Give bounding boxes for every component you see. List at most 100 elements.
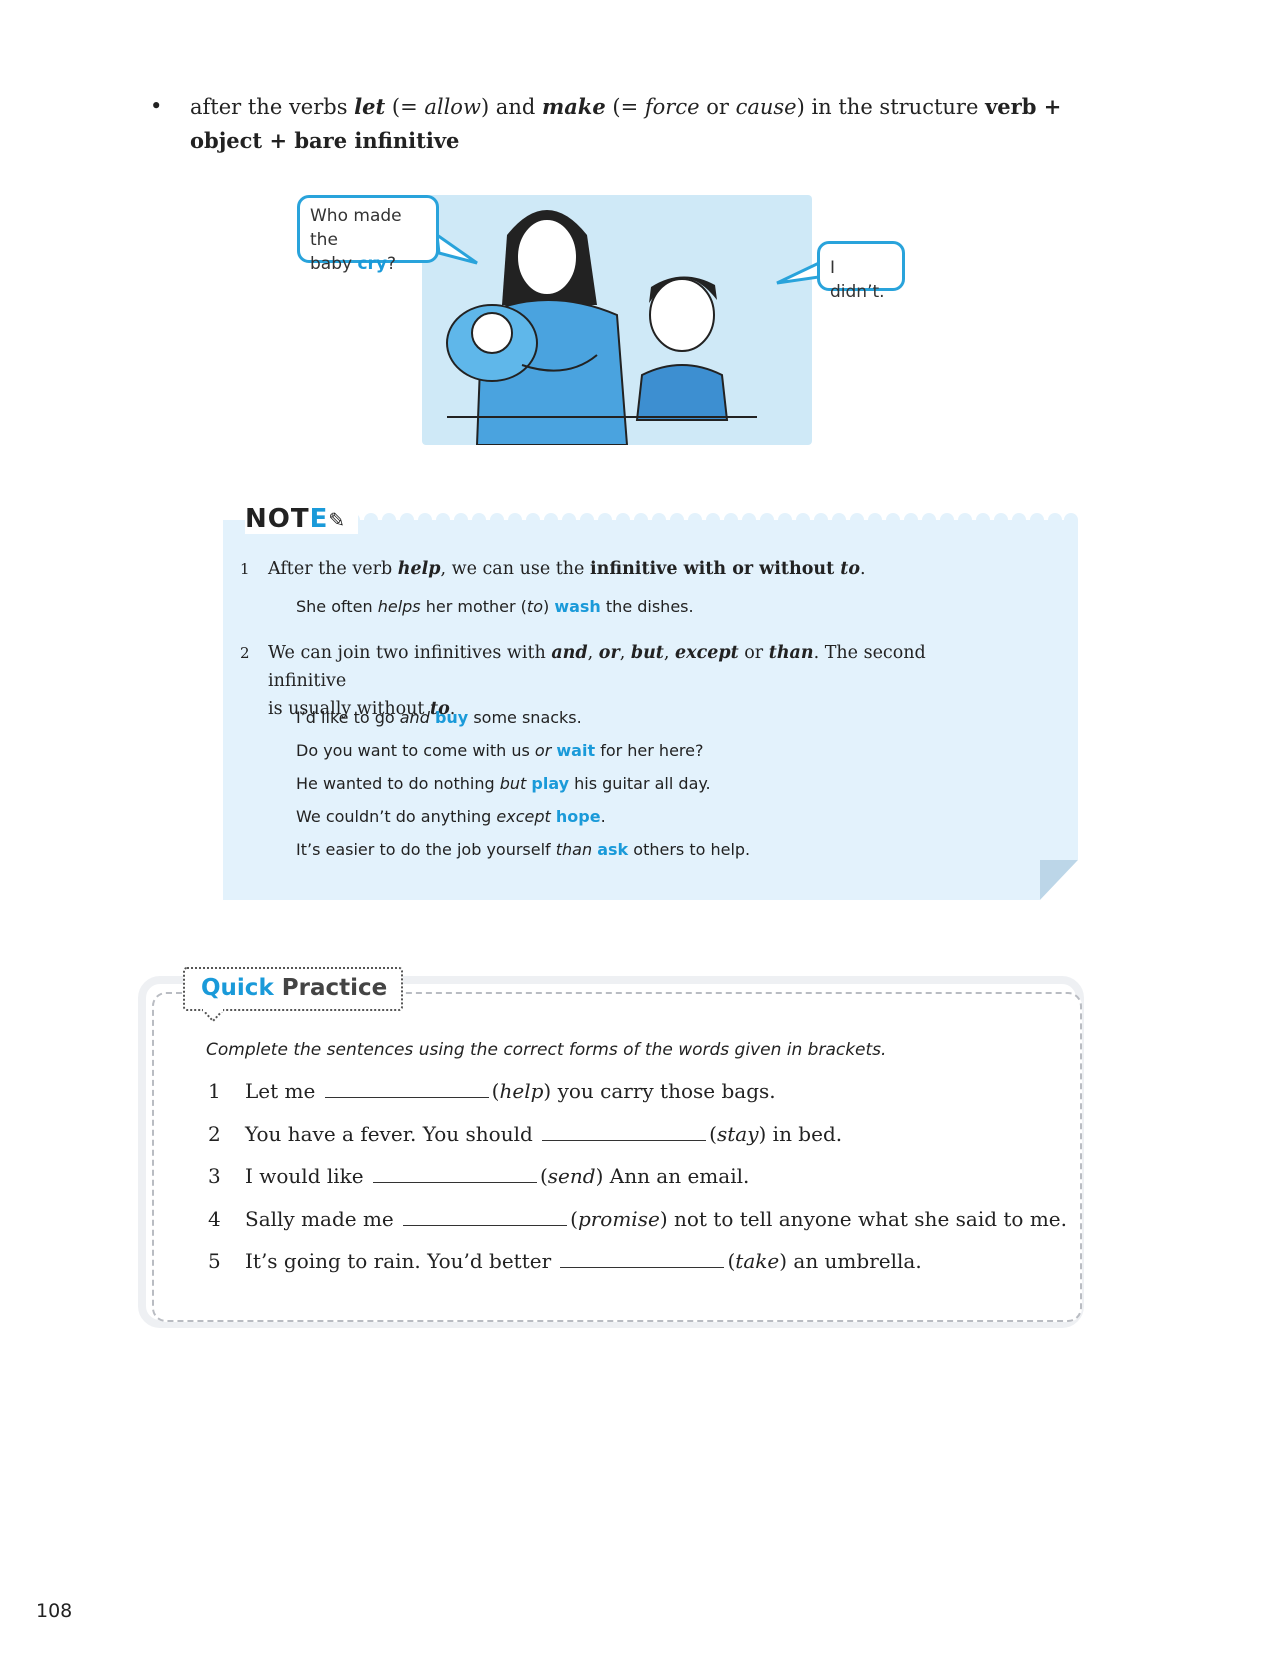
text-run: We can join two infinitives with <box>268 643 552 663</box>
highlight-word: hope <box>555 807 601 826</box>
note-item-number: 1 <box>240 560 250 578</box>
note-example: It’s easier to do the job yourself than … <box>296 840 750 859</box>
text-run: her mother ( <box>420 597 527 616</box>
text-run: some snacks. <box>468 708 582 727</box>
text-run: Practice <box>273 975 388 1001</box>
text-run: NOT <box>245 504 310 534</box>
quick-practice-label: Quick Practice <box>183 967 403 1011</box>
exercise-word: promise <box>577 1207 660 1231</box>
note-scallop-edge <box>345 513 1078 528</box>
answer-blank[interactable] <box>560 1249 725 1268</box>
exercise-text: you carry those bags. <box>551 1079 776 1103</box>
keyword: or <box>598 643 620 663</box>
exercise-row: 5 It’s going to rain. You’d better (take)… <box>208 1249 922 1273</box>
keyword-let: let <box>354 94 386 119</box>
text-run: or <box>738 643 769 663</box>
text-run: , <box>663 643 676 663</box>
exercise-text: It’s going to rain. You’d better <box>245 1249 552 1273</box>
exercise-text: Let me <box>245 1079 316 1103</box>
exercise-row: 2 You have a fever. You should (stay) in … <box>208 1122 843 1146</box>
pencil-icon: ✎ <box>328 508 347 532</box>
text-run: We couldn’t do anything <box>296 807 497 826</box>
text-run: (= <box>385 95 425 119</box>
cartoon-illustration: Who made the baby cry? I didn’t. <box>297 195 917 445</box>
note-item-number: 2 <box>240 644 250 662</box>
answer-blank[interactable] <box>324 1079 489 1098</box>
page-number: 108 <box>36 1600 73 1622</box>
text-italic: helps <box>377 597 421 616</box>
keyword-make: make <box>541 94 606 119</box>
exercise-word: send <box>547 1164 596 1188</box>
text-run: Quick <box>201 975 274 1001</box>
text-run: After the verb <box>268 559 398 579</box>
text-run: ? <box>387 254 397 274</box>
text-run: She often <box>296 597 378 616</box>
keyword: except <box>675 643 739 663</box>
exercise-row: 3I would like (send) Ann an email. <box>208 1164 750 1188</box>
exercise-word: take <box>735 1249 780 1273</box>
word-allow: allow <box>424 95 481 119</box>
note-heading: NOTE✎ <box>245 504 359 534</box>
highlight-word: wash <box>554 597 601 616</box>
text-run: It’s easier to do the job yourself <box>296 840 556 859</box>
text-run: or <box>699 95 736 119</box>
label-tail-icon <box>200 1009 226 1023</box>
text-run: ) <box>542 597 555 616</box>
page-curl-icon <box>1040 860 1078 900</box>
keyword-help: help <box>397 559 441 579</box>
text-run: Do you want to come with us <box>296 741 535 760</box>
text-run: ) and <box>480 95 542 119</box>
text-run: , <box>587 643 599 663</box>
text-italic: or <box>534 741 552 760</box>
text-run: ) in the structure <box>796 95 986 119</box>
text-italic: but <box>499 774 527 793</box>
highlight-word: buy <box>434 708 469 727</box>
text-italic: to <box>526 597 543 616</box>
text-run: I’d like to go <box>296 708 400 727</box>
word-force: force <box>644 95 700 119</box>
highlight-word: wait <box>556 741 596 760</box>
text-run: E <box>309 504 329 534</box>
exercise-row: 1 Let me (help) you carry those bags. <box>208 1079 776 1103</box>
answer-blank[interactable] <box>403 1207 568 1226</box>
note-example: I’d like to go and buy some snacks. <box>296 708 582 727</box>
text-run: He wanted to do nothing <box>296 774 500 793</box>
answer-blank[interactable] <box>372 1164 537 1183</box>
exercise-text: Sally made me <box>245 1207 394 1231</box>
note-example: She often helps her mother (to) wash the… <box>296 597 694 616</box>
exercise-number: 4 <box>208 1207 221 1231</box>
text-italic: except <box>496 807 551 826</box>
note-item-1: 1 After the verb help, we can use the inf… <box>240 555 866 583</box>
text-run: (= <box>605 95 645 119</box>
exercise-number: 5 <box>208 1249 221 1273</box>
exercise-number: 2 <box>208 1122 221 1146</box>
note-example: We couldn’t do anything except hope. <box>296 807 606 826</box>
bullet-text: after the verbs let (= allow) and make (… <box>190 90 1110 158</box>
note-example: He wanted to do nothing but play his gui… <box>296 774 711 793</box>
bubble-text-line: baby cry? <box>310 252 426 276</box>
text-run: for her here? <box>595 741 704 760</box>
text-run: . <box>860 559 866 579</box>
text-run: baby <box>310 254 358 274</box>
highlight-word: ask <box>597 840 629 859</box>
bullet-symbol: • <box>150 94 163 118</box>
keyword-to: to <box>840 559 861 579</box>
bubble-text-line: Who made the <box>310 206 402 250</box>
exercise-text: You have a fever. You should <box>245 1122 533 1146</box>
exercise-number: 1 <box>208 1079 221 1103</box>
bubble-right-tail <box>776 260 821 285</box>
text-run: the dishes. <box>600 597 694 616</box>
exercise-row: 4 Sally made me (promise) not to tell any… <box>208 1207 1067 1231</box>
word-cry: cry <box>357 254 388 274</box>
bullet-paragraph: • after the verbs let (= allow) and make… <box>150 90 1110 158</box>
exercise-word: stay <box>716 1122 759 1146</box>
exercise-text: Ann an email. <box>603 1164 750 1188</box>
speech-bubble-boy: I didn’t. <box>817 241 905 302</box>
keyword: but <box>630 643 664 663</box>
note-line: We can join two infinitives with and, or… <box>268 639 968 695</box>
answer-blank[interactable] <box>542 1122 707 1141</box>
word-cause: cause <box>735 95 797 119</box>
text-run: others to help. <box>628 840 751 859</box>
exercise-word: help <box>499 1079 544 1103</box>
bubble-left-tail <box>435 231 478 265</box>
